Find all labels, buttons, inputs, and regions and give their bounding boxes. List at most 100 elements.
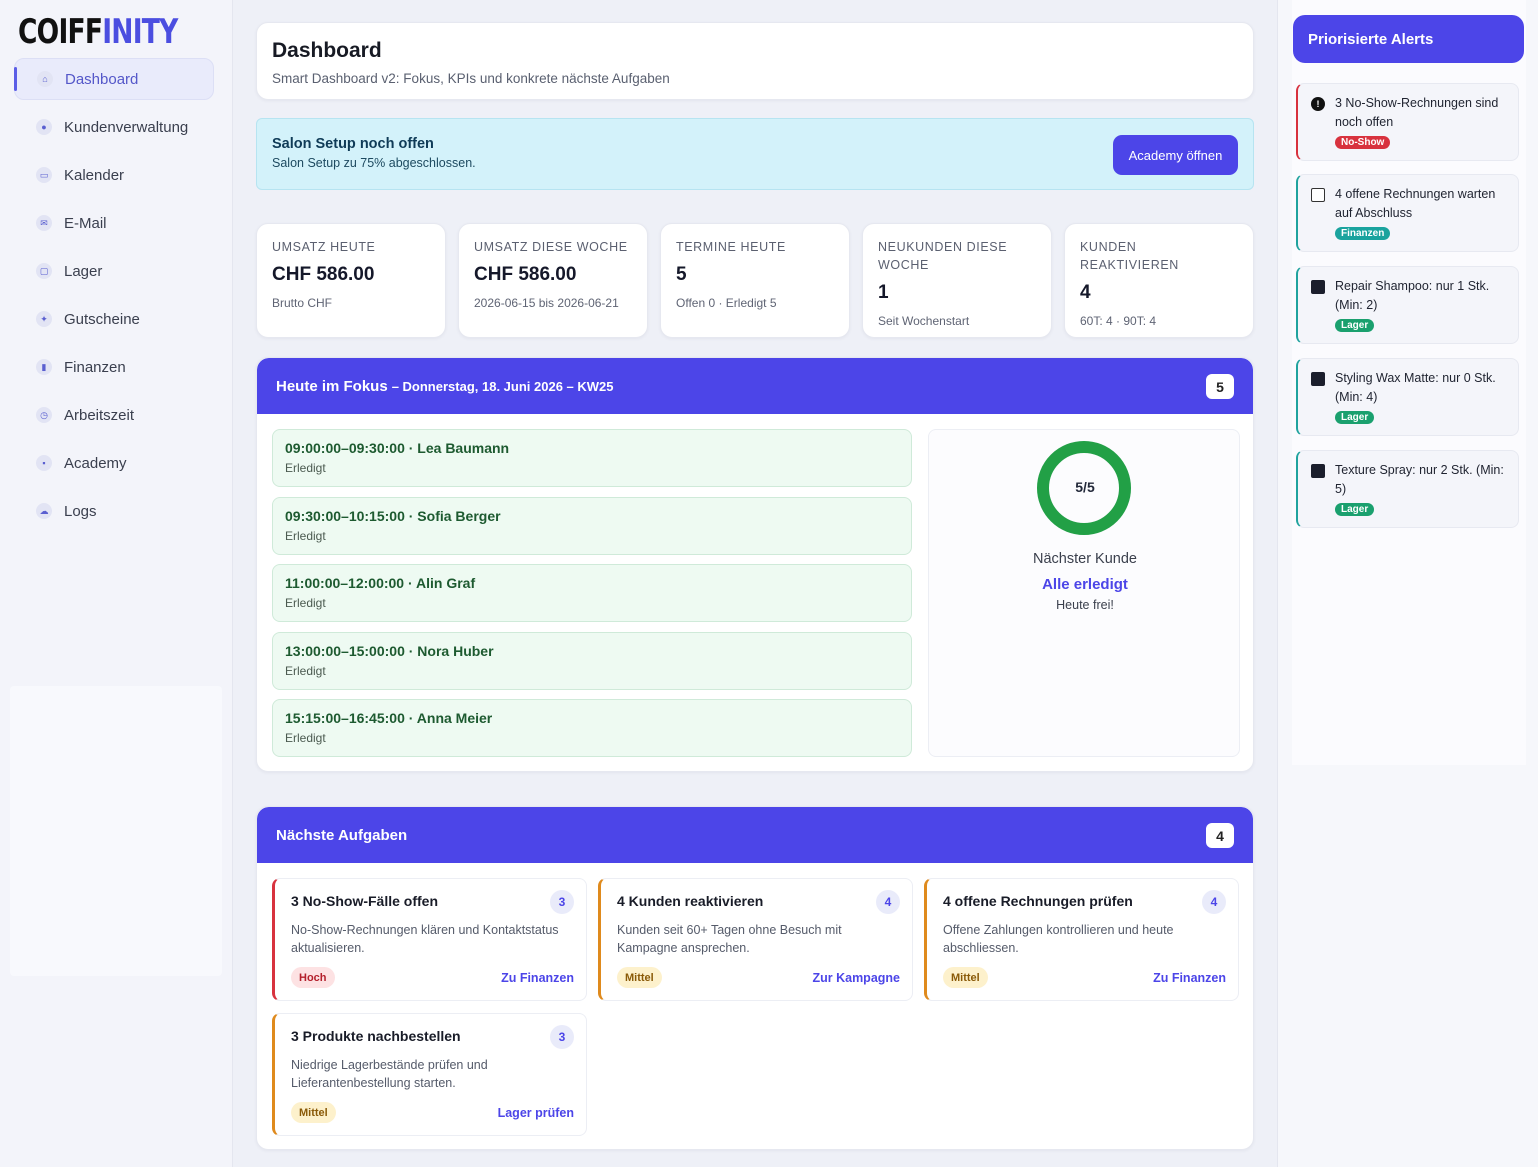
kpi-card-revenue-today: UMSATZ HEUTE CHF 586.00 Brutto CHF [256, 223, 446, 338]
alerts-panel: Priorisierte Alerts ! 3 No-Show-Rechnung… [1277, 0, 1538, 1167]
priority-badge: Mittel [943, 967, 988, 988]
task-link[interactable]: Lager prüfen [498, 1106, 574, 1120]
appointment-title: 09:00:00–09:30:00 · Lea Baumann [285, 440, 510, 456]
sidebar-item-finanzen[interactable]: ▮ Finanzen [14, 346, 214, 388]
focus-count-badge: 5 [1206, 374, 1234, 399]
alert-text: Styling Wax Matte: nur 0 Stk. (Min: 4) [1335, 371, 1496, 404]
appointment-item[interactable]: 09:00:00–09:30:00 · Lea Baumann Erledigt [272, 429, 912, 487]
appointment-title: 09:30:00–10:15:00 · Sofia Berger [285, 507, 501, 524]
setup-banner: Salon Setup noch offen Salon Setup zu 75… [256, 118, 1254, 190]
appointment-item[interactable]: 15:15:00–16:45:00 · Anna Meier Erledigt [272, 699, 912, 757]
users-icon: ● [36, 119, 52, 135]
alert-badge: Lager [1335, 411, 1375, 424]
sidebar-item-label: E-Mail [64, 214, 107, 232]
sidebar-item-lager[interactable]: ▢ Lager [14, 250, 214, 292]
sidebar-item-label: Lager [64, 262, 103, 280]
task-card: 3 No-Show-Fälle offen 3 No-Show-Rechnung… [272, 878, 587, 1001]
alert-item[interactable]: Repair Shampoo: nur 1 Stk. (Min: 2) Lage… [1296, 266, 1519, 344]
setup-banner-text: Salon Setup zu 75% abgeschlossen. [272, 156, 476, 170]
appointment-item[interactable]: 13:00:00–15:00:00 · Nora Huber Erledigt [272, 631, 912, 690]
kpi-card-revenue-week: UMSATZ DIESE WOCHE CHF 586.00 2026-06-15… [458, 223, 648, 338]
priority-badge: Hoch [291, 967, 335, 988]
page-title: Dashboard [272, 39, 382, 62]
lock-icon: ▪ [36, 455, 52, 471]
warning-icon: ! [1311, 97, 1325, 111]
kpi-row: UMSATZ HEUTE CHF 586.00 Brutto CHF UMSAT… [256, 223, 1254, 338]
task-count: 3 [550, 890, 574, 914]
task-text: Niedrige Lagerbestände prüfen und Liefer… [291, 1058, 488, 1090]
focus-title: Heute im Fokus [276, 377, 388, 395]
task-text: No-Show-Rechnungen klären und Kontaktsta… [291, 923, 559, 955]
alert-item[interactable]: ! 3 No-Show-Rechnungen sind noch offen N… [1296, 83, 1519, 161]
alert-item[interactable]: 4 offene Rechnungen warten auf Abschluss… [1296, 174, 1519, 252]
alert-text: Repair Shampoo: nur 1 Stk. (Min: 2) [1335, 279, 1490, 312]
kpi-sub: Seit Wochenstart [878, 314, 970, 328]
sidebar-item-gutscheine[interactable]: ✦ Gutscheine [14, 298, 214, 340]
priority-badge: Mittel [291, 1102, 336, 1123]
kpi-label: UMSATZ HEUTE [272, 240, 376, 254]
focus-header: Heute im Fokus – Donnerstag, 18. Juni 20… [257, 358, 1253, 414]
task-link[interactable]: Zur Kampagne [812, 971, 900, 985]
sidebar-nav: ⌂ Dashboard ● Kundenverwaltung ▭ Kalender ✉… [14, 58, 214, 538]
kpi-card-new-customers: NEUKUNDEN DIESE WOCHE 1 Seit Wochenstart [862, 223, 1052, 338]
package-icon [1311, 372, 1325, 386]
tasks-section: Nächste Aufgaben 4 3 No-Show-Fälle offen… [256, 806, 1254, 1150]
task-card: 4 Kunden reaktivieren 4 Kunden seit 60+ … [598, 878, 913, 1001]
next-customer-sub: Heute frei! [1056, 598, 1114, 612]
sidebar-item-email[interactable]: ✉ E-Mail [14, 202, 214, 244]
progress-donut-label: 5/5 [1075, 479, 1095, 495]
task-count: 3 [550, 1025, 574, 1049]
alert-item[interactable]: Styling Wax Matte: nur 0 Stk. (Min: 4) L… [1296, 358, 1519, 436]
sidebar-item-kalender[interactable]: ▭ Kalender [14, 154, 214, 196]
appointment-status: Erledigt [285, 731, 326, 745]
focus-date: – Donnerstag, 18. Juni 2026 – KW25 [391, 378, 614, 394]
kpi-label: TERMINE HEUTE [676, 240, 786, 254]
appointment-status: Erledigt [285, 528, 326, 543]
appointment-list: 09:00:00–09:30:00 · Lea Baumann Erledigt… [272, 429, 912, 767]
task-link[interactable]: Zu Finanzen [1153, 971, 1226, 985]
appointment-title: 13:00:00–15:00:00 · Nora Huber [285, 642, 494, 659]
priority-badge: Mittel [617, 967, 662, 988]
alerts-title: Priorisierte Alerts [1293, 15, 1524, 63]
task-card: 4 offene Rechnungen prüfen 4 Offene Zahl… [924, 878, 1239, 1001]
alert-item[interactable]: Texture Spray: nur 2 Stk. (Min: 5) Lager [1296, 450, 1519, 528]
kpi-sub: 2026-06-15 bis 2026-06-21 [474, 296, 619, 310]
next-customer-value: Alle erledigt [1042, 576, 1128, 593]
kpi-label: UMSATZ DIESE WOCHE [474, 240, 628, 254]
page-subtitle: Smart Dashboard v2: Fokus, KPIs und konk… [272, 71, 670, 86]
open-academy-button[interactable]: Academy öffnen [1113, 135, 1238, 175]
invoice-icon [1311, 188, 1325, 202]
sidebar-item-label: Finanzen [64, 358, 126, 376]
mail-icon: ✉ [36, 215, 52, 231]
appointment-item[interactable]: 11:00:00–12:00:00 · Alin Graf Erledigt [272, 564, 912, 622]
appointment-item[interactable]: 09:30:00–10:15:00 · Sofia Berger Erledig… [272, 496, 912, 555]
kpi-label: KUNDEN REAKTIVIEREN [1080, 240, 1179, 272]
alert-badge: Finanzen [1335, 227, 1391, 240]
sidebar-item-label: Gutscheine [64, 310, 140, 328]
appointment-title: 11:00:00–12:00:00 · Alin Graf [285, 575, 476, 591]
box-icon: ▢ [36, 263, 52, 279]
sidebar-item-dashboard[interactable]: ⌂ Dashboard [14, 58, 214, 100]
sidebar: COIFFINITY ⌂ Dashboard ● Kundenverwaltung … [0, 0, 233, 1167]
app-logo[interactable]: COIFFINITY [18, 12, 178, 52]
sidebar-item-logs[interactable]: ☁ Logs [14, 490, 214, 532]
task-link[interactable]: Zu Finanzen [501, 971, 574, 985]
sidebar-item-kundenverwaltung[interactable]: ● Kundenverwaltung [14, 106, 214, 148]
task-count: 4 [876, 890, 900, 914]
task-title: 3 No-Show-Fälle offen [291, 893, 438, 909]
page-header: Dashboard Smart Dashboard v2: Fokus, KPI… [256, 22, 1254, 100]
alert-text: Texture Spray: nur 2 Stk. (Min: 5) [1335, 463, 1504, 496]
kpi-sub: 60T: 4 · 90T: 4 [1080, 314, 1157, 328]
calendar-icon: ▭ [36, 167, 52, 183]
sidebar-item-arbeitszeit[interactable]: ◷ Arbeitszeit [14, 394, 214, 436]
kpi-card-reactivate-customers: KUNDEN REAKTIVIEREN 4 60T: 4 · 90T: 4 [1064, 223, 1254, 338]
sidebar-item-academy[interactable]: ▪ Academy [14, 442, 214, 484]
sidebar-item-label: Arbeitszeit [64, 406, 135, 424]
kpi-value: CHF 586.00 [474, 264, 577, 285]
kpi-sub: Offen 0 · Erledigt 5 [676, 296, 777, 310]
kpi-value: 5 [676, 264, 687, 285]
task-card: 3 Produkte nachbestellen 3 Niedrige Lage… [272, 1013, 587, 1136]
task-count: 4 [1202, 890, 1226, 914]
kpi-sub: Brutto CHF [272, 296, 333, 310]
package-icon [1311, 280, 1325, 294]
